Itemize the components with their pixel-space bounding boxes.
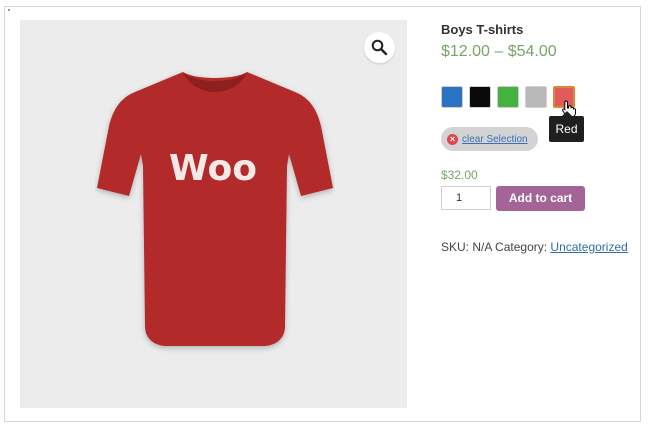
swatch-blue[interactable] [441, 86, 463, 108]
price-range: $12.00 – $54.00 [441, 43, 557, 60]
tshirt-image: Woo [97, 72, 333, 346]
corner-dot [8, 9, 10, 11]
quantity-input[interactable]: 1 [441, 186, 491, 210]
sku-label: SKU: [441, 240, 470, 254]
color-swatches [441, 86, 581, 108]
product-meta: SKU: N/A Category: Uncategorized [441, 240, 628, 254]
magnifier-icon [371, 39, 388, 56]
swatch-gray[interactable] [525, 86, 547, 108]
product-title: Boys T-shirts [441, 22, 524, 37]
category-label: Category: [495, 240, 548, 254]
clear-selection-button[interactable]: × clear Selection [441, 127, 538, 151]
shirt-logo-text: Woo [169, 148, 257, 189]
close-icon: × [447, 133, 458, 145]
sku-value: N/A [472, 240, 492, 254]
add-to-cart-button[interactable]: Add to cart [496, 186, 585, 211]
product-image[interactable]: Woo [20, 20, 407, 408]
variation-price: $32.00 [441, 168, 478, 182]
swatch-black[interactable] [469, 86, 491, 108]
swatch-tooltip: Red [549, 111, 584, 142]
clear-selection-label[interactable]: clear Selection [462, 134, 528, 145]
zoom-button[interactable] [364, 32, 395, 63]
swatch-green[interactable] [497, 86, 519, 108]
category-link[interactable]: Uncategorized [550, 240, 627, 254]
